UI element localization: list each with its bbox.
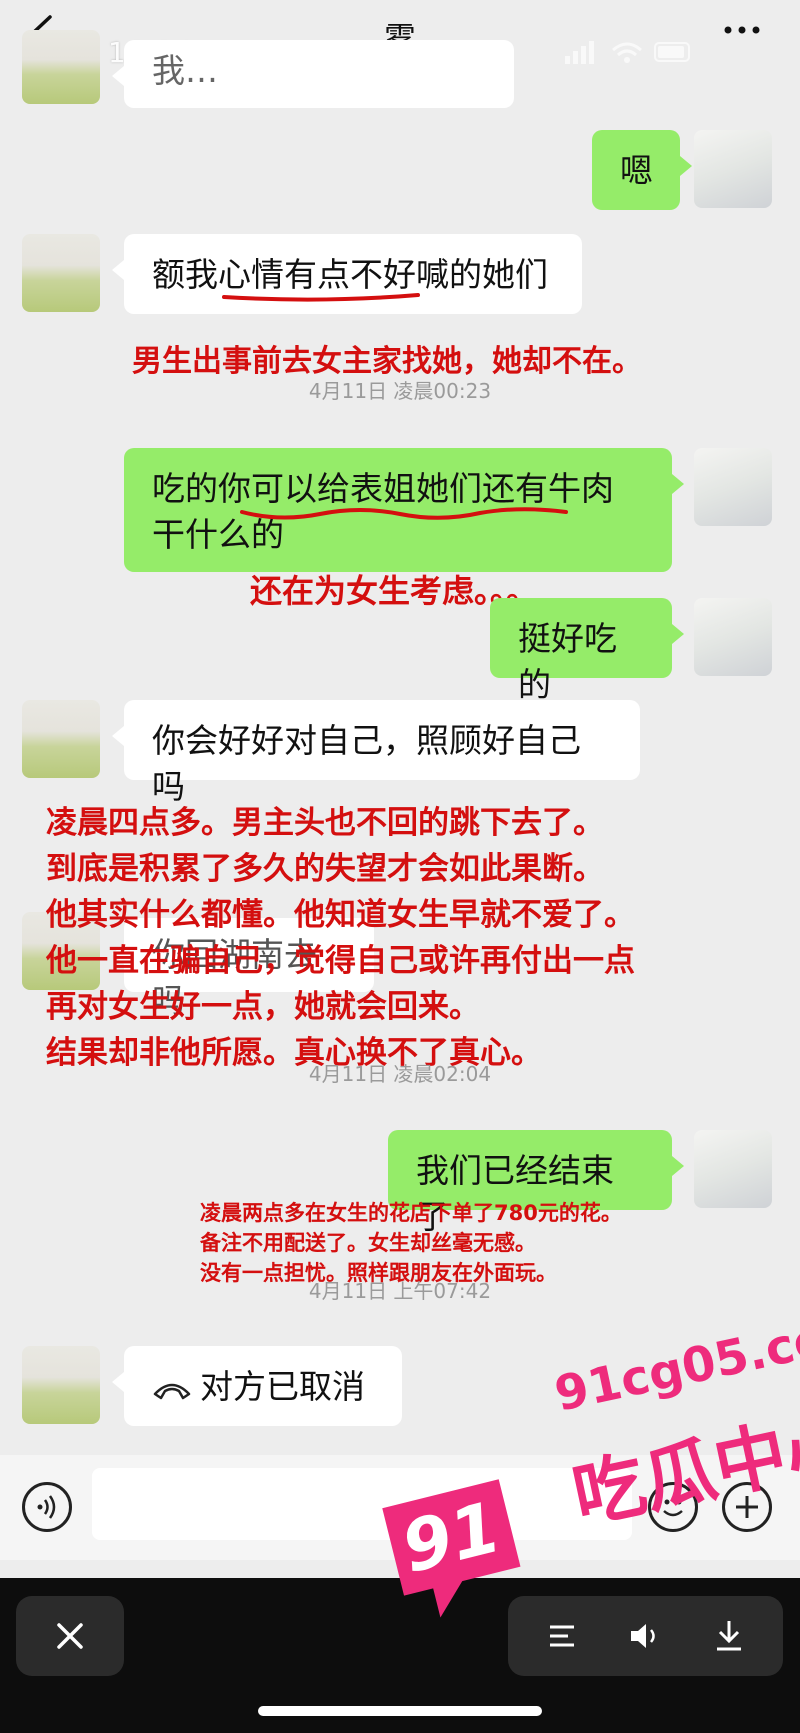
red-wavy-underline-mark xyxy=(240,507,568,520)
annotation-line: 备注不用配送了。女生却丝毫无感。 xyxy=(200,1231,536,1255)
message-text: 嗯 xyxy=(620,151,653,190)
annotation-line: 凌晨两点多在女生的花店下单了780元的花。 xyxy=(200,1201,622,1225)
message-text: 你会好好对自己，照顾好自己吗 xyxy=(152,721,581,806)
menu-icon[interactable] xyxy=(546,1620,578,1652)
home-indicator xyxy=(258,1706,542,1716)
contact-avatar[interactable] xyxy=(22,1346,100,1424)
message-bubble-sent[interactable]: 挺好吃的 xyxy=(490,598,684,704)
my-avatar[interactable] xyxy=(694,448,772,526)
timestamp: 4月11日 上午07:42 xyxy=(308,1279,492,1303)
message-bubble-received[interactable]: 你会好好对自己，照顾好自己吗 xyxy=(112,700,640,806)
message-text: 我… xyxy=(152,51,218,90)
annotation-line: 到底是积累了多久的失望才会如此果断。 xyxy=(46,851,604,887)
message-input[interactable] xyxy=(92,1468,632,1540)
phone-hangup-icon xyxy=(153,1383,191,1399)
my-avatar[interactable] xyxy=(694,598,772,676)
speaker-icon[interactable] xyxy=(628,1620,662,1652)
message-text: 挺好吃的 xyxy=(518,619,617,704)
contact-avatar[interactable] xyxy=(22,700,100,778)
red-underline-mark xyxy=(222,293,420,302)
timestamp: 4月11日 凌晨00:23 xyxy=(308,379,492,403)
message-bubble-sent[interactable]: 嗯 xyxy=(592,130,692,210)
my-avatar[interactable] xyxy=(694,130,772,208)
close-icon xyxy=(57,1623,83,1649)
annotation-line: 他其实什么都懂。他知道女生早就不爱了。 xyxy=(46,897,635,933)
media-tools-group xyxy=(508,1596,783,1676)
annotation-line: 他一直在骗自己，觉得自己或许再付出一点 xyxy=(46,943,635,979)
close-button[interactable] xyxy=(16,1596,124,1676)
more-options-icon[interactable] xyxy=(722,22,762,38)
status-signal-wifi-battery-icon xyxy=(565,41,690,64)
contact-avatar[interactable] xyxy=(22,30,100,104)
annotation-line: 凌晨四点多。男主头也不回的跳下去了。 xyxy=(46,805,604,841)
message-bubble-received[interactable]: 我… xyxy=(112,40,514,108)
my-avatar[interactable] xyxy=(694,1130,772,1208)
timestamp: 4月11日 凌晨02:04 xyxy=(308,1062,492,1086)
voice-icon xyxy=(37,1495,56,1519)
annotation-block: 凌晨四点多。男主头也不回的跳下去了。 到底是积累了多久的失望才会如此果断。 他其… xyxy=(46,800,635,1076)
contact-avatar[interactable] xyxy=(22,234,100,312)
annotation-text: 男生出事前去女主家找她，她却不在。 xyxy=(132,344,642,379)
download-icon[interactable] xyxy=(713,1618,745,1652)
call-record-bubble[interactable]: 对方已取消 xyxy=(112,1346,402,1426)
call-status-text: 对方已取消 xyxy=(200,1367,365,1406)
annotation-line: 再对女生好一点，她就会回来。 xyxy=(46,989,480,1025)
voice-input-button[interactable] xyxy=(22,1482,72,1532)
